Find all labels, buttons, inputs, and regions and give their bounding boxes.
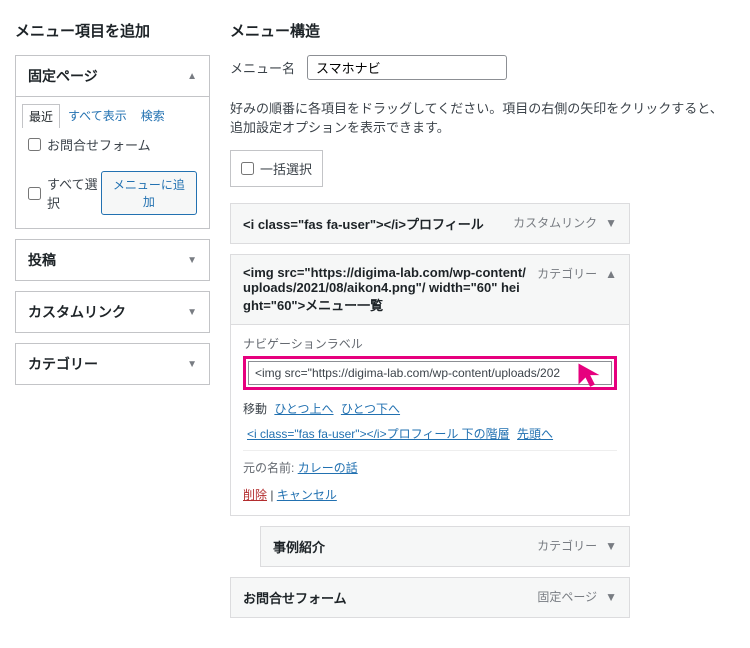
menu-name-row: メニュー名 [230,55,735,80]
chevron-down-icon[interactable]: ▼ [605,216,617,230]
move-row-2: <i class="fas fa-user"></i>プロフィール 下の階層 先… [243,425,617,442]
page-item-label: お問合せフォーム [47,135,151,154]
delete-link[interactable]: 削除 [243,488,267,502]
select-all-row: すべて選択 [28,174,101,212]
menu-item-head[interactable]: <i class="fas fa-user"></i>プロフィール カスタムリン… [231,204,629,243]
chevron-down-icon[interactable]: ▼ [605,590,617,604]
menu-item[interactable]: <i class="fas fa-user"></i>プロフィール カスタムリン… [230,203,630,244]
category-box: カテゴリー ▼ [15,343,210,385]
original-link[interactable]: カレーの話 [298,461,358,475]
posts-title: 投稿 [28,250,56,270]
page-item-row: お問合せフォーム [28,135,197,154]
category-title: カテゴリー [28,354,98,374]
move-top-link[interactable]: 先頭へ [517,427,553,441]
posts-box: 投稿 ▼ [15,239,210,281]
nav-label-caption: ナビゲーションラベル [243,325,617,352]
right-heading: メニュー構造 [230,20,735,41]
menu-item-title: お問合せフォーム [243,588,527,607]
chevron-down-icon[interactable]: ▼ [605,539,617,553]
nav-label-highlight [243,356,617,390]
tab-search[interactable]: 検索 [141,107,165,125]
nav-label-input[interactable] [248,361,612,385]
bulk-select-checkbox[interactable] [241,162,254,175]
menu-item[interactable]: お問合せフォーム 固定ページ ▼ [230,577,630,618]
category-head[interactable]: カテゴリー ▼ [16,344,209,384]
menu-item-type: カテゴリー [537,537,597,554]
menu-item-title: <img src="https://digima-lab.com/wp-cont… [243,265,527,314]
chevron-down-icon: ▼ [187,307,197,318]
menu-item-body: ナビゲーションラベル 移動 ひとつ上へ ひとつ下へ <i class="fas … [231,324,629,515]
chevron-down-icon: ▼ [187,255,197,266]
menu-items-list: <i class="fas fa-user"></i>プロフィール カスタムリン… [230,203,630,618]
menu-item-title: 事例紹介 [273,537,527,556]
fixed-page-tabs: 最近 すべて表示 検索 [28,107,197,125]
chevron-down-icon: ▼ [187,359,197,370]
move-up-link[interactable]: ひとつ上へ [274,402,333,416]
menu-name-input[interactable] [307,55,507,80]
bulk-select-label: 一括選択 [260,159,312,178]
fixed-page-box: 固定ページ ▲ 最近 すべて表示 検索 お問合せフォーム すべて選択 [15,55,210,229]
menu-item-head[interactable]: <img src="https://digima-lab.com/wp-cont… [231,255,629,324]
bulk-select-row: 一括選択 [230,150,323,187]
add-to-menu-button[interactable]: メニューに追加 [101,171,197,215]
menu-item-head[interactable]: お問合せフォーム 固定ページ ▼ [231,578,629,617]
move-down-link[interactable]: ひとつ下へ [341,402,400,416]
menu-item-type: カスタムリンク [513,214,597,231]
hint-text: 好みの順番に各項目をドラッグしてください。項目の右側の矢印をクリックすると、追加… [230,98,735,136]
original-label: 元の名前: [243,461,294,475]
chevron-up-icon[interactable]: ▲ [605,267,617,281]
menu-item-type: 固定ページ [537,588,597,605]
page-item-checkbox[interactable] [28,138,41,151]
custom-link-box: カスタムリンク ▼ [15,291,210,333]
menu-item-title: <i class="fas fa-user"></i>プロフィール [243,214,503,233]
posts-head[interactable]: 投稿 ▼ [16,240,209,280]
menu-item[interactable]: <img src="https://digima-lab.com/wp-cont… [230,254,630,516]
select-all-label: すべて選択 [47,174,101,212]
custom-link-title: カスタムリンク [28,302,126,322]
tab-recent[interactable]: 最近 [22,104,60,128]
fixed-page-title: 固定ページ [28,66,98,86]
tab-all[interactable]: すべて表示 [68,107,127,125]
menu-item[interactable]: 事例紹介 カテゴリー ▼ [260,526,630,567]
original-name-row: 元の名前: カレーの話 [243,450,617,476]
move-row: 移動 ひとつ上へ ひとつ下へ [243,400,617,417]
menu-item-head[interactable]: 事例紹介 カテゴリー ▼ [261,527,629,566]
move-label: 移動 [243,402,267,416]
select-all-checkbox[interactable] [28,187,41,200]
fixed-page-head[interactable]: 固定ページ ▲ [16,56,209,97]
move-sub-link[interactable]: <i class="fas fa-user"></i>プロフィール 下の階層 [247,427,510,441]
left-heading: メニュー項目を追加 [15,20,210,41]
menu-name-label: メニュー名 [230,58,295,77]
item-actions: 削除 | キャンセル [243,486,617,503]
custom-link-head[interactable]: カスタムリンク ▼ [16,292,209,332]
chevron-up-icon: ▲ [187,71,197,82]
menu-item-type: カテゴリー [537,265,597,282]
cancel-link[interactable]: キャンセル [277,488,337,502]
